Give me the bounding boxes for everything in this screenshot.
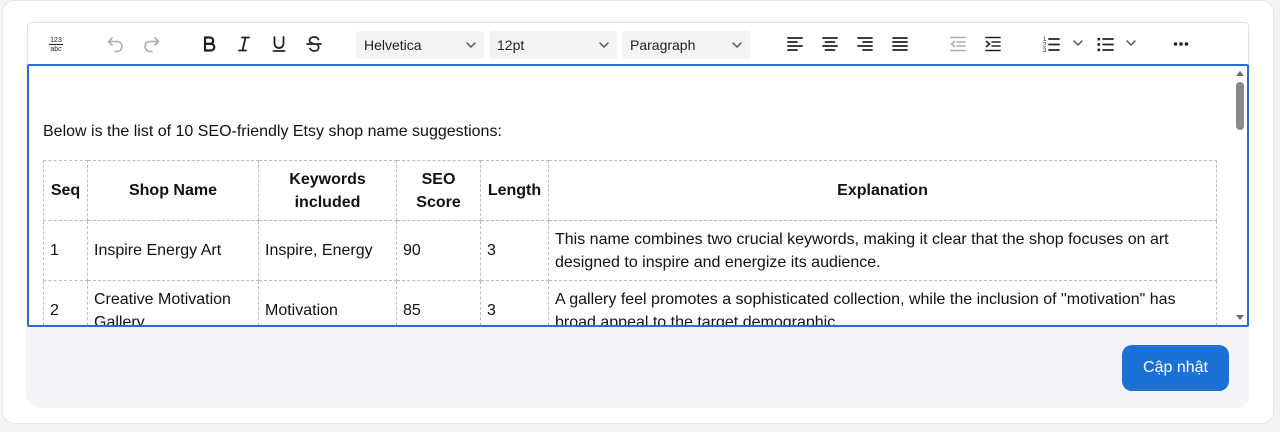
indent-icon[interactable] — [979, 30, 1007, 58]
numbered-list-icon[interactable]: 1 2 3 — [1037, 30, 1065, 58]
font-family-value: Helvetica — [364, 37, 422, 53]
cell-explanation: A gallery feel promotes a sophisticated … — [548, 280, 1217, 325]
svg-text:abc: abc — [50, 46, 62, 53]
bold-icon[interactable] — [195, 30, 223, 58]
cell-shop-name: Creative Motivation Gallery — [87, 280, 259, 325]
underline-icon[interactable] — [265, 30, 293, 58]
font-size-value: 12pt — [497, 37, 525, 53]
header-explanation: Explanation — [548, 160, 1217, 221]
intro-paragraph: Below is the list of 10 SEO-friendly Ets… — [43, 123, 502, 140]
svg-text:123: 123 — [50, 37, 62, 44]
strikethrough-icon[interactable] — [300, 30, 328, 58]
header-keywords: Keywords included — [258, 160, 397, 221]
align-left-icon[interactable] — [781, 30, 809, 58]
table-header-row: Seq Shop Name Keywords included SEO Scor… — [43, 160, 1217, 221]
update-button[interactable]: Cập nhật — [1122, 345, 1229, 391]
bullet-list-icon[interactable] — [1091, 30, 1119, 58]
outdent-icon[interactable] — [944, 30, 972, 58]
align-center-icon[interactable] — [816, 30, 844, 58]
block-format-select[interactable]: Paragraph — [622, 31, 750, 59]
scroll-up-icon[interactable] — [1235, 69, 1245, 77]
font-family-select[interactable]: Helvetica — [356, 31, 484, 59]
scrollbar-thumb[interactable] — [1236, 82, 1244, 130]
header-length: Length — [480, 160, 549, 221]
rich-text-editor[interactable]: Below is the list of 10 SEO-friendly Ets… — [27, 64, 1249, 327]
editor-content: Below is the list of 10 SEO-friendly Ets… — [43, 122, 1223, 325]
cell-seq: 1 — [43, 220, 88, 281]
cell-keywords: Motivation — [258, 280, 397, 325]
cell-seo-score: 90 — [396, 220, 481, 281]
header-seq: Seq — [43, 160, 88, 221]
shop-name-table: Seq Shop Name Keywords included SEO Scor… — [43, 160, 1217, 325]
align-justify-icon[interactable] — [886, 30, 914, 58]
redo-icon[interactable] — [137, 30, 165, 58]
editor-toolbar: 123 abc Helvetica 12pt Paragraph 1 2 3 — [27, 22, 1249, 64]
chevron-down-icon — [464, 38, 478, 55]
chevron-down-icon[interactable] — [1071, 36, 1085, 55]
cell-keywords: Inspire, Energy — [258, 220, 397, 281]
undo-icon[interactable] — [102, 30, 130, 58]
italic-icon[interactable] — [230, 30, 258, 58]
cell-seo-score: 85 — [396, 280, 481, 325]
cell-explanation: This name combines two crucial keywords,… — [548, 220, 1217, 281]
cell-seq: 2 — [43, 280, 88, 325]
font-size-select[interactable]: 12pt — [489, 31, 617, 59]
vertical-scrollbar[interactable] — [1233, 66, 1247, 325]
chevron-down-icon — [730, 38, 744, 55]
table-row: 1 Inspire Energy Art Inspire, Energy 90 … — [43, 220, 1217, 281]
table-row: 2 Creative Motivation Gallery Motivation… — [43, 280, 1217, 325]
cell-shop-name: Inspire Energy Art — [87, 220, 259, 281]
more-icon[interactable] — [1167, 30, 1195, 58]
svg-text:3: 3 — [1043, 48, 1047, 54]
scroll-down-icon[interactable] — [1235, 314, 1245, 322]
header-shop-name: Shop Name — [87, 160, 259, 221]
cell-length: 3 — [480, 280, 549, 325]
chevron-down-icon[interactable] — [1124, 36, 1138, 55]
header-seo-score: SEO Score — [396, 160, 481, 221]
block-format-value: Paragraph — [630, 37, 696, 53]
align-right-icon[interactable] — [851, 30, 879, 58]
word-count-icon[interactable]: 123 abc — [42, 30, 70, 58]
cell-length: 3 — [480, 220, 549, 281]
chevron-down-icon — [597, 38, 611, 55]
